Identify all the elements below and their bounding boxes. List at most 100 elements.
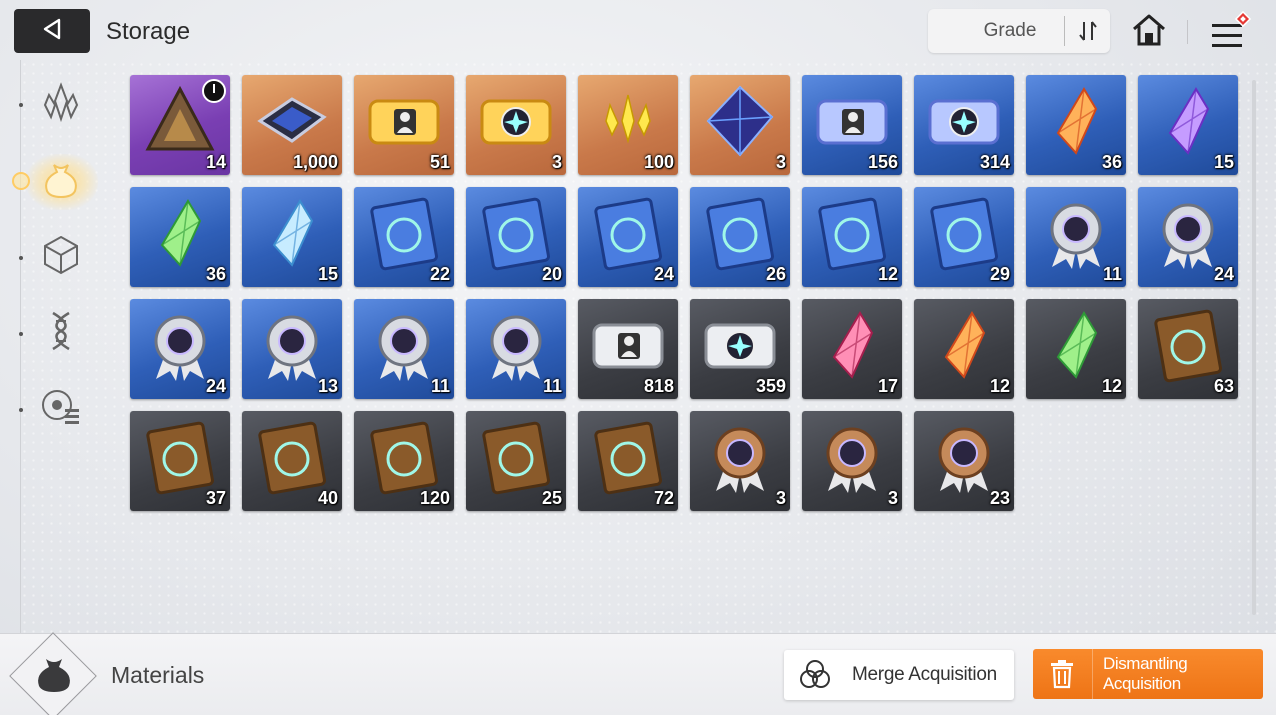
item-slot[interactable]: 359 xyxy=(690,299,790,399)
item-slot[interactable]: 25 xyxy=(466,411,566,511)
item-slot[interactable]: 24 xyxy=(1138,187,1238,287)
scrollbar[interactable] xyxy=(1252,80,1256,615)
item-slot[interactable]: 23 xyxy=(914,411,1014,511)
item-quantity: 12 xyxy=(989,376,1010,396)
brown-book-crosshair-icon xyxy=(588,417,668,497)
book-target-icon xyxy=(588,193,668,273)
item-slot[interactable]: 12 xyxy=(914,299,1014,399)
item-slot[interactable]: 3 xyxy=(466,75,566,175)
item-quantity: 13 xyxy=(317,376,338,396)
item-quantity: 26 xyxy=(765,264,786,284)
material-bag-icon xyxy=(32,652,76,701)
sidebar-item-equipment[interactable] xyxy=(38,234,84,280)
item-quantity: 37 xyxy=(205,488,226,508)
item-slot[interactable]: 1,000 xyxy=(242,75,342,175)
merge-label: Merge Acquisition xyxy=(852,664,997,685)
sidebar-item-materials[interactable] xyxy=(38,158,84,204)
item-slot[interactable]: 37 xyxy=(130,411,230,511)
dismantle-label: Dismantling Acquisition xyxy=(1102,654,1188,693)
item-quantity: 818 xyxy=(643,376,674,396)
yellow-shards-icon xyxy=(588,81,668,161)
sidebar-item-genes[interactable] xyxy=(38,310,84,356)
gold-character-ticket-icon xyxy=(364,81,444,161)
category-label: Materials xyxy=(111,662,205,688)
back-button[interactable] xyxy=(14,9,90,53)
item-slot[interactable]: 26 xyxy=(690,187,790,287)
sidebar-dot xyxy=(19,256,23,260)
chip-plate-icon xyxy=(252,81,332,161)
sidebar-dot xyxy=(19,103,23,107)
item-slot[interactable]: 3 xyxy=(690,411,790,511)
crystal-shards-icon xyxy=(39,81,83,130)
silver-character-ticket-icon xyxy=(588,305,668,385)
medal-crosshair-icon xyxy=(476,305,556,385)
item-slot[interactable]: 12 xyxy=(802,187,902,287)
item-slot[interactable]: 13 xyxy=(242,299,342,399)
item-quantity: 36 xyxy=(1101,152,1122,172)
item-slot[interactable]: 314 xyxy=(914,75,1014,175)
medal-target-icon xyxy=(140,305,220,385)
item-quantity: 120 xyxy=(419,488,450,508)
item-slot[interactable]: 15 xyxy=(1138,75,1238,175)
brown-book-swords-icon xyxy=(1148,305,1228,385)
brown-book-shield-icon xyxy=(140,417,220,497)
book-lightning-icon xyxy=(812,193,892,273)
item-slot[interactable]: 11 xyxy=(354,299,454,399)
menu-button[interactable] xyxy=(1204,10,1254,54)
item-slot[interactable]: 29 xyxy=(914,187,1014,287)
dismantling-acquisition-button[interactable]: Dismantling Acquisition xyxy=(1033,649,1263,699)
item-slot[interactable]: 22 xyxy=(354,187,454,287)
item-slot[interactable]: 3 xyxy=(802,411,902,511)
cube-icon xyxy=(39,233,83,282)
sort-order-icon[interactable] xyxy=(1064,16,1110,46)
item-slot[interactable]: 36 xyxy=(130,187,230,287)
brown-book-target-icon xyxy=(252,417,332,497)
item-quantity: 22 xyxy=(429,264,450,284)
item-slot[interactable]: 15 xyxy=(242,187,342,287)
bronze-medal-shield-icon xyxy=(700,417,780,497)
sidebar-item-crystals[interactable] xyxy=(38,81,84,130)
item-slot[interactable]: 24 xyxy=(130,299,230,399)
medal-shield-icon xyxy=(1148,193,1228,273)
sidebar-item-discs[interactable] xyxy=(38,386,84,432)
item-quantity: 29 xyxy=(989,264,1010,284)
item-slot[interactable]: 818 xyxy=(578,299,678,399)
item-slot[interactable]: 40 xyxy=(242,411,342,511)
item-quantity: 3 xyxy=(887,488,898,508)
item-quantity: 72 xyxy=(653,488,674,508)
blue-crystal-icon xyxy=(252,193,332,273)
item-slot[interactable]: 11 xyxy=(1026,187,1126,287)
item-quantity: 15 xyxy=(317,264,338,284)
category-button[interactable] xyxy=(30,652,78,700)
item-slot[interactable]: 120 xyxy=(354,411,454,511)
item-slot[interactable]: 156 xyxy=(802,75,902,175)
item-quantity: 24 xyxy=(653,264,674,284)
item-quantity: 11 xyxy=(430,376,450,396)
disc-list-icon xyxy=(39,385,83,434)
trash-icon xyxy=(1033,649,1093,699)
item-slot[interactable]: 11 xyxy=(466,299,566,399)
item-slot[interactable]: 63 xyxy=(1138,299,1238,399)
merge-acquisition-button[interactable]: Merge Acquisition xyxy=(784,650,1014,700)
item-slot[interactable]: 51 xyxy=(354,75,454,175)
item-slot[interactable]: 3 xyxy=(690,75,790,175)
item-quantity: 156 xyxy=(867,152,898,172)
item-quantity: 25 xyxy=(541,488,562,508)
item-slot[interactable]: 100 xyxy=(578,75,678,175)
item-quantity: 11 xyxy=(1102,264,1122,284)
item-slot[interactable]: 17 xyxy=(802,299,902,399)
home-button[interactable] xyxy=(1128,12,1170,52)
merge-circles-icon xyxy=(784,650,846,700)
item-quantity: 24 xyxy=(205,376,226,396)
toolbar-divider xyxy=(1187,20,1188,44)
notification-badge-icon xyxy=(1234,10,1252,33)
item-slot[interactable]: 72 xyxy=(578,411,678,511)
sort-grade-button[interactable]: Grade xyxy=(928,9,1110,53)
item-slot[interactable]: 24 xyxy=(578,187,678,287)
item-slot[interactable]: 14 xyxy=(130,75,230,175)
item-slot[interactable]: 20 xyxy=(466,187,566,287)
item-slot[interactable]: 36 xyxy=(1026,75,1126,175)
item-quantity: 1,000 xyxy=(292,152,338,172)
item-slot[interactable]: 12 xyxy=(1026,299,1126,399)
item-quantity: 314 xyxy=(979,152,1010,172)
